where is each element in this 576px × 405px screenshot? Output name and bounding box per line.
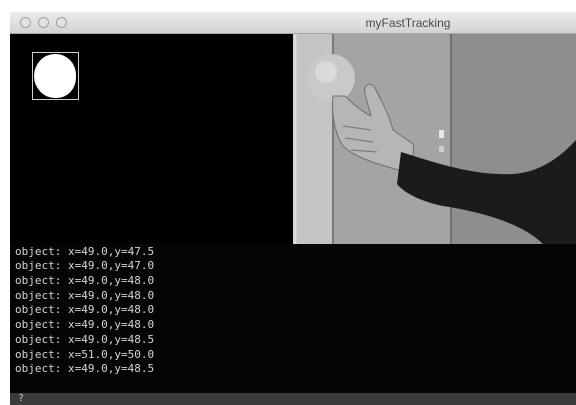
camera-view xyxy=(293,34,576,244)
terminal-line: object: x=49.0,y=47.0 xyxy=(15,259,155,272)
threshold-mask-view xyxy=(10,34,293,244)
bounding-box xyxy=(32,52,79,100)
terminal-prompt[interactable]: ? xyxy=(18,393,24,405)
terminal-line: object: x=49.0,y=48.0 xyxy=(15,274,155,287)
terminal-line: object: x=49.0,y=48.5 xyxy=(15,362,155,375)
terminal-line: object: x=49.0,y=48.0 xyxy=(15,303,155,316)
terminal-line: object: x=49.0,y=48.0 xyxy=(15,318,155,331)
title-bar[interactable]: myFastTracking xyxy=(10,12,576,34)
terminal-line: object: x=51.0,y=50.0 xyxy=(15,348,155,361)
camera-image xyxy=(293,34,576,244)
terminal-input-bar[interactable] xyxy=(10,393,576,405)
terminal-console[interactable]: object: x=49.0,y=47.5 object: x=49.0,y=4… xyxy=(10,244,576,405)
terminal-line: object: x=49.0,y=48.0 xyxy=(15,289,155,302)
terminal-line: object: x=49.0,y=47.5 xyxy=(15,245,155,258)
app-window: myFastTracking xyxy=(10,12,576,244)
terminal-line: object: x=49.0,y=48.5 xyxy=(15,333,155,346)
window-title: myFastTracking xyxy=(365,16,451,30)
